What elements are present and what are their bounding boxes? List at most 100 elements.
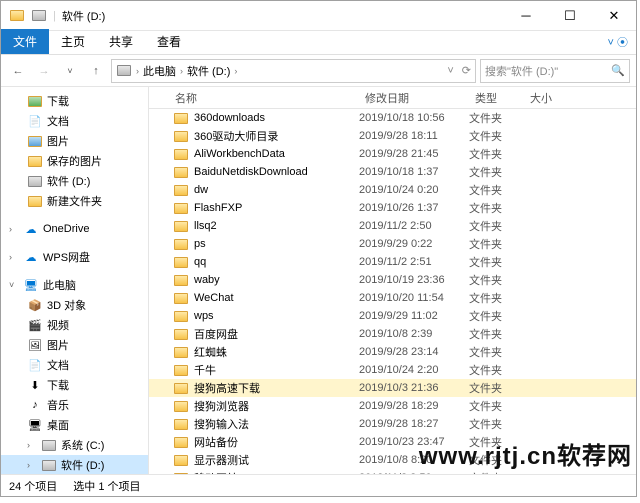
nav-forward-button[interactable]: → xyxy=(33,60,55,82)
file-row[interactable]: 搜狗输入法2019/9/28 18:27文件夹 xyxy=(149,415,636,433)
file-row[interactable]: FlashFXP2019/10/26 1:37文件夹 xyxy=(149,199,636,217)
tab-view[interactable]: 查看 xyxy=(145,29,193,54)
chevron-right-icon[interactable]: › xyxy=(9,252,19,262)
file-row[interactable]: waby 2019/10/19 23:36文件夹 xyxy=(149,271,636,289)
search-input[interactable]: 搜索"软件 (D:)" 🔍 xyxy=(480,59,630,83)
file-row[interactable]: dw2019/10/24 0:20文件夹 xyxy=(149,181,636,199)
file-date: 2019/11/2 2:50 xyxy=(359,472,469,474)
address-bar[interactable]: › 此电脑 › 软件 (D:) › ˅ ⟳ xyxy=(111,59,476,83)
file-type: 文件夹 xyxy=(469,362,524,378)
file-row[interactable]: 360驱动大师目录2019/9/28 18:11文件夹 xyxy=(149,127,636,145)
file-date: 2019/10/18 10:56 xyxy=(359,112,469,124)
file-name: WeChat xyxy=(194,292,234,304)
nav-history-button[interactable]: ˅ xyxy=(59,60,81,82)
tab-file[interactable]: 文件 xyxy=(1,29,49,54)
folder-icon xyxy=(173,182,189,198)
ribbon-help-icon[interactable]: ˅ ⦿ xyxy=(600,30,636,54)
ribbon-tabs: 文件 主页 共享 查看 ˅ ⦿ xyxy=(1,31,636,55)
column-header-row: 名称 修改日期 类型 大小 xyxy=(149,87,636,109)
maximize-button[interactable]: ☐ xyxy=(548,1,592,31)
search-icon: 🔍 xyxy=(611,64,625,77)
sidebar-item-thispc[interactable]: ˅🖥此电脑 xyxy=(1,275,148,295)
file-row[interactable]: 360downloads2019/10/18 10:56文件夹 xyxy=(149,109,636,127)
file-type: 文件夹 xyxy=(469,146,524,162)
file-type: 文件夹 xyxy=(469,326,524,342)
file-date: 2019/10/8 2:39 xyxy=(359,328,469,340)
sidebar-item-downloads2[interactable]: ⬇下载 xyxy=(1,375,148,395)
file-name: waby xyxy=(194,274,220,286)
breadcrumb-current[interactable]: 软件 (D:) xyxy=(187,63,230,79)
column-header-size[interactable]: 大小 xyxy=(524,90,636,106)
file-name: dw xyxy=(194,184,208,196)
folder-icon xyxy=(173,218,189,234)
sidebar-item-newfolder[interactable]: 新建文件夹 xyxy=(1,191,148,211)
file-row[interactable]: 显示器测试2019/10/8 8:20文件夹 xyxy=(149,451,636,469)
file-row[interactable]: BaiduNetdiskDownload2019/10/18 1:37文件夹 xyxy=(149,163,636,181)
sidebar-item-videos[interactable]: 🎬视频 xyxy=(1,315,148,335)
chevron-down-icon[interactable]: ˅ xyxy=(9,280,19,290)
file-type: 文件夹 xyxy=(469,200,524,216)
sidebar-item-pictures2[interactable]: 🖼图片 xyxy=(1,335,148,355)
minimize-button[interactable]: ─ xyxy=(504,1,548,31)
file-row[interactable]: 百度网盘 2019/10/8 2:39文件夹 xyxy=(149,325,636,343)
file-row[interactable]: ps2019/9/29 0:22文件夹 xyxy=(149,235,636,253)
file-name: 百度网盘 xyxy=(194,326,238,342)
tab-home[interactable]: 主页 xyxy=(49,29,97,54)
file-row[interactable]: 搜狗高速下载2019/10/3 21:36文件夹 xyxy=(149,379,636,397)
sidebar-item-softd2[interactable]: ›软件 (D:) xyxy=(1,455,148,474)
status-selected: 选中 1 个项目 xyxy=(73,478,140,494)
statusbar: 24 个项目 选中 1 个项目 xyxy=(1,474,636,496)
file-date: 2019/10/23 23:47 xyxy=(359,436,469,448)
folder-icon xyxy=(173,272,189,288)
chevron-right-icon[interactable]: › xyxy=(180,66,183,76)
file-type: 文件夹 xyxy=(469,164,524,180)
file-type: 文件夹 xyxy=(469,380,524,396)
sidebar-item-downloads[interactable]: 下载 xyxy=(1,91,148,111)
file-name: wps xyxy=(194,310,214,322)
nav-back-button[interactable]: ← xyxy=(7,60,29,82)
file-row[interactable]: WeChat2019/10/20 11:54文件夹 xyxy=(149,289,636,307)
file-row[interactable]: llsq22019/11/2 2:50文件夹 xyxy=(149,217,636,235)
column-header-name[interactable]: 名称 xyxy=(169,90,359,106)
sidebar-item-wpscloud[interactable]: ›☁WPS网盘 xyxy=(1,247,148,267)
sidebar-item-docs2[interactable]: 📄文档 xyxy=(1,355,148,375)
file-row[interactable]: 红蜘蛛2019/9/28 23:14文件夹 xyxy=(149,343,636,361)
sidebar-item-documents[interactable]: 📄文档 xyxy=(1,111,148,131)
folder-icon xyxy=(173,110,189,126)
file-row[interactable]: 移动网站2019/11/2 2:50文件夹 xyxy=(149,469,636,474)
column-header-type[interactable]: 类型 xyxy=(469,90,524,106)
chevron-right-icon[interactable]: › xyxy=(27,440,37,450)
refresh-icon[interactable]: ⟳ xyxy=(458,64,471,77)
addr-dropdown-icon[interactable]: ˅ xyxy=(447,65,453,77)
chevron-right-icon[interactable]: › xyxy=(136,66,139,76)
sidebar-item-softd[interactable]: 软件 (D:) xyxy=(1,171,148,191)
file-type: 文件夹 xyxy=(469,290,524,306)
column-header-date[interactable]: 修改日期 xyxy=(359,90,469,106)
chevron-right-icon[interactable]: › xyxy=(234,66,237,76)
breadcrumb-thispc[interactable]: 此电脑 xyxy=(143,63,176,79)
navbar: ← → ˅ ↑ › 此电脑 › 软件 (D:) › ˅ ⟳ 搜索"软件 (D:)… xyxy=(1,55,636,87)
file-type: 文件夹 xyxy=(469,218,524,234)
file-date: 2019/10/19 23:36 xyxy=(359,274,469,286)
chevron-right-icon[interactable]: › xyxy=(9,224,19,234)
file-row[interactable]: AliWorkbenchData2019/9/28 21:45文件夹 xyxy=(149,145,636,163)
nav-up-button[interactable]: ↑ xyxy=(85,60,107,82)
file-row[interactable]: wps2019/9/29 11:02文件夹 xyxy=(149,307,636,325)
sidebar-item-pictures[interactable]: 图片 xyxy=(1,131,148,151)
qat-divider: | xyxy=(53,10,56,22)
sidebar-item-music[interactable]: ♪音乐 xyxy=(1,395,148,415)
close-button[interactable]: ✕ xyxy=(592,1,636,31)
sidebar-item-onedrive[interactable]: ›☁OneDrive xyxy=(1,219,148,239)
sidebar-item-desktop[interactable]: 🖥桌面 xyxy=(1,415,148,435)
file-row[interactable]: 搜狗浏览器2019/9/28 18:29文件夹 xyxy=(149,397,636,415)
folder-icon xyxy=(173,344,189,360)
file-row[interactable]: 网站备份2019/10/23 23:47文件夹 xyxy=(149,433,636,451)
sidebar-item-3dobjects[interactable]: 📦3D 对象 xyxy=(1,295,148,315)
file-row[interactable]: qq2019/11/2 2:51文件夹 xyxy=(149,253,636,271)
tab-share[interactable]: 共享 xyxy=(97,29,145,54)
file-type: 文件夹 xyxy=(469,272,524,288)
sidebar-item-sysc[interactable]: ›系统 (C:) xyxy=(1,435,148,455)
file-row[interactable]: 千牛2019/10/24 2:20文件夹 xyxy=(149,361,636,379)
sidebar-item-savedfolder[interactable]: 保存的图片 xyxy=(1,151,148,171)
chevron-right-icon[interactable]: › xyxy=(27,460,37,470)
